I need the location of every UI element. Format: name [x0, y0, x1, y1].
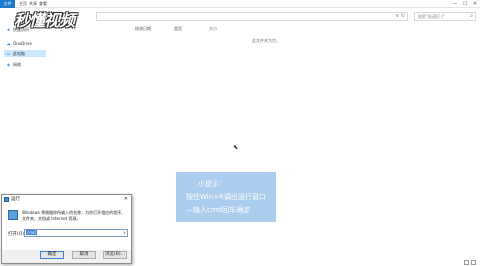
column-header-date[interactable]: 修改日期 — [135, 26, 151, 32]
sidebar-item-label: OneDrive — [13, 41, 32, 46]
sidebar-item-quick-access[interactable]: ★ 快速访问 — [4, 26, 29, 33]
search-input[interactable]: 搜索"极速(C:)" ⌕ — [414, 12, 476, 21]
tab-file[interactable]: 文件 — [0, 0, 15, 8]
star-icon: ★ — [6, 27, 11, 32]
sidebar-item-label: 此电脑 — [13, 51, 25, 56]
mouse-cursor-icon: ⬉ — [233, 144, 239, 151]
close-button[interactable]: ✕ — [470, 0, 480, 8]
tip-line-2: —输入cmd回车确定 — [186, 206, 251, 214]
open-input-value[interactable]: cmd — [26, 230, 37, 235]
run-dialog-titlebar[interactable]: 运行 ✕ — [2, 195, 131, 204]
run-program-icon — [8, 210, 18, 220]
search-icon: ⌕ — [470, 13, 473, 19]
maximize-button[interactable]: ☐ — [460, 0, 470, 8]
address-nav-icons[interactable]: ∨ ↻ — [396, 13, 405, 20]
tip-title: 小提示： — [198, 180, 226, 188]
open-label: 打开(O): — [8, 232, 26, 237]
column-header-type[interactable]: 类型 — [174, 26, 182, 32]
sidebar-item-label: 快速访问 — [13, 27, 29, 32]
run-dialog: 运行 ✕ Windows 将根据你所输入的名称，为你打开相应的程序、文件夹、文档… — [1, 194, 132, 264]
tip-overlay: 小提示： 按住Win+R调出运行窗口 —输入cmd回车确定 — [176, 172, 276, 222]
network-icon: ◈ — [6, 62, 11, 67]
details-view-icon[interactable] — [464, 260, 469, 265]
sidebar-item-onedrive[interactable]: ☁ OneDrive — [4, 40, 32, 47]
computer-icon: ▭ — [6, 51, 11, 56]
sidebar-item-label: 网络 — [13, 62, 21, 67]
screen: 文件 主页 共享 查看 — ☐ ✕ ∨ ↻ 搜索"极速(C:)" ⌕ 秒懂视频 … — [0, 0, 480, 266]
close-icon[interactable]: ✕ — [124, 195, 128, 204]
chevron-down-icon[interactable]: ∨ — [123, 230, 126, 236]
minimize-button[interactable]: — — [450, 0, 460, 8]
sidebar-item-network[interactable]: ◈ 网络 — [4, 61, 21, 68]
run-description: Windows 将根据你所输入的名称，为你打开相应的程序、文件夹、文档或 Int… — [22, 210, 126, 221]
browse-button[interactable]: 浏览(B)... — [103, 251, 127, 259]
cloud-icon: ☁ — [6, 41, 11, 46]
large-icons-view-icon[interactable] — [471, 260, 476, 265]
run-dialog-title: 运行 — [11, 197, 20, 202]
address-bar[interactable]: ∨ ↻ — [96, 12, 408, 21]
column-header-size[interactable]: 大小 — [209, 26, 217, 32]
run-app-icon — [4, 197, 9, 202]
tip-line-1: 按住Win+R调出运行窗口 — [186, 193, 266, 201]
window-controls: — ☐ ✕ — [450, 0, 480, 8]
sidebar-item-this-pc[interactable]: ▭ 此电脑 — [4, 50, 46, 57]
cancel-button[interactable]: 取消 — [72, 251, 96, 259]
ok-button[interactable]: 确定 — [40, 251, 64, 259]
run-dialog-body: Windows 将根据你所输入的名称，为你打开相应的程序、文件夹、文档或 Int… — [2, 204, 131, 250]
search-placeholder: 搜索"极速(C:)" — [418, 14, 445, 19]
open-combobox[interactable]: cmd ∨ — [24, 229, 128, 237]
empty-folder-message: 此文件夹为空。 — [252, 38, 280, 43]
